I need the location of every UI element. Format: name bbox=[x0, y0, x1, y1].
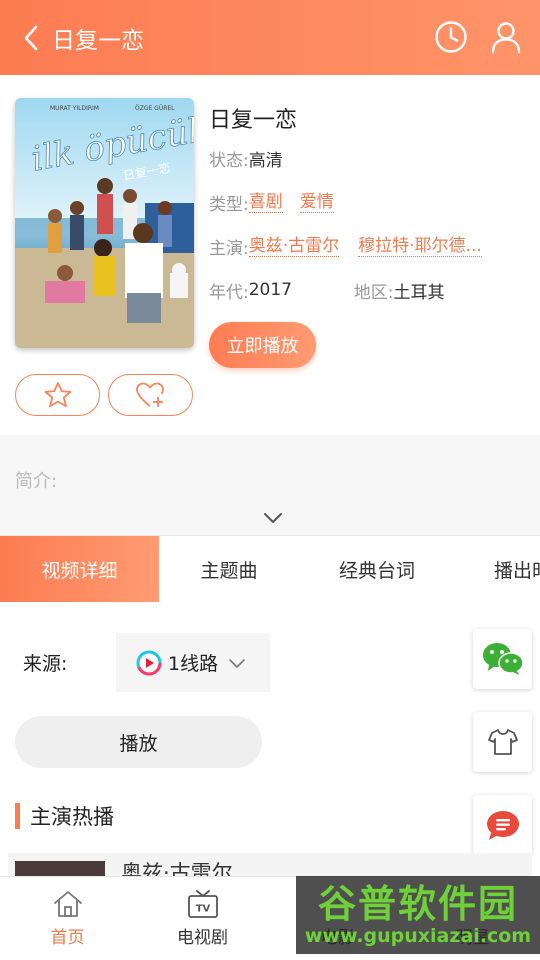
svg-text:ÖZGE GÜREL: ÖZGE GÜREL bbox=[135, 105, 175, 112]
back-button[interactable] bbox=[14, 20, 50, 56]
nav-tv-series[interactable]: TV 电视剧 bbox=[135, 877, 270, 960]
chevron-down-icon bbox=[229, 658, 245, 668]
movie-poster[interactable]: MURAT YILDIRIM ÖZGE GÜREL ilk öpücük 日复一… bbox=[15, 98, 194, 348]
tab-bar: 视频详细 主题曲 经典台词 播出时 bbox=[0, 535, 540, 602]
source-select[interactable]: 1线路 bbox=[116, 633, 270, 692]
source-selected-value: 1线路 bbox=[168, 653, 219, 675]
expand-intro-button[interactable] bbox=[262, 510, 284, 526]
heart-plus-icon bbox=[135, 382, 164, 407]
home-icon bbox=[53, 891, 82, 917]
user-icon bbox=[491, 22, 521, 54]
year-value: 2017 bbox=[248, 280, 292, 300]
status-label: 状态: bbox=[209, 150, 249, 171]
svg-text:MURAT YILDIRIM: MURAT YILDIRIM bbox=[50, 105, 99, 112]
region-label: 地区: bbox=[353, 282, 394, 303]
star-icon bbox=[44, 382, 71, 408]
page-title: 日复一恋 bbox=[52, 27, 144, 54]
play-button[interactable]: 播放 bbox=[15, 716, 262, 768]
nav-label: 电视剧 bbox=[177, 928, 228, 948]
poster-image: MURAT YILDIRIM ÖZGE GÜREL ilk öpücük 日复一… bbox=[15, 98, 194, 348]
cast-row-info: 主演: 奥兹·古雷尔 穆拉特·耶尔德... bbox=[209, 224, 529, 268]
genre-link[interactable]: 爱情 bbox=[299, 192, 334, 213]
wechat-icon bbox=[482, 643, 524, 675]
tab-classic-lines[interactable]: 经典台词 bbox=[299, 536, 455, 602]
year-region-row: 年代: 2017 地区: 土耳其 bbox=[209, 268, 529, 312]
tab-theme-song[interactable]: 主题曲 bbox=[159, 536, 299, 602]
genre-link[interactable]: 喜剧 bbox=[248, 192, 283, 213]
chat-button[interactable] bbox=[473, 795, 532, 855]
skin-theme-button[interactable] bbox=[473, 712, 532, 772]
top-app-bar: 日复一恋 bbox=[0, 0, 540, 75]
user-button[interactable] bbox=[490, 20, 524, 54]
movie-info-section: MURAT YILDIRIM ÖZGE GÜREL ilk öpücük 日复一… bbox=[0, 75, 540, 435]
tshirt-icon bbox=[487, 729, 518, 755]
status-row: 状态: 高清 bbox=[209, 136, 529, 180]
genre-row: 类型: 喜剧 爱情 bbox=[209, 180, 529, 224]
status-value: 高清 bbox=[248, 150, 283, 171]
like-button[interactable] bbox=[108, 374, 193, 416]
tab-video-details[interactable]: 视频详细 bbox=[0, 536, 159, 602]
back-arrow-icon bbox=[24, 25, 38, 50]
nav-home[interactable]: 首页 bbox=[0, 877, 135, 960]
history-button[interactable] bbox=[434, 20, 468, 54]
history-clock-icon bbox=[435, 21, 467, 53]
tv-icon: TV bbox=[187, 890, 218, 918]
section-title-text: 主演热播 bbox=[30, 805, 114, 829]
region-value: 土耳其 bbox=[393, 282, 445, 303]
source-label: 来源: bbox=[23, 653, 68, 675]
wechat-share-button[interactable] bbox=[473, 629, 532, 689]
cast-link[interactable]: 穆拉特·耶尔德... bbox=[358, 236, 482, 257]
cast-link[interactable]: 奥兹·古雷尔 bbox=[248, 236, 340, 257]
watermark-text: 谷普软件园 bbox=[317, 882, 518, 926]
play-source-icon bbox=[136, 650, 162, 675]
favorite-button[interactable] bbox=[15, 374, 100, 416]
play-now-button[interactable]: 立即播放 bbox=[209, 322, 316, 368]
watermark-url: www.gupuxiazai.com bbox=[304, 925, 532, 947]
svg-text:TV: TV bbox=[195, 904, 210, 915]
chat-bubble-icon bbox=[486, 811, 519, 840]
tab-broadcast[interactable]: 播出时 bbox=[455, 536, 540, 602]
year-label: 年代: bbox=[209, 282, 249, 303]
lead-actors-section-title: 主演热播 bbox=[15, 802, 114, 830]
movie-title: 日复一恋 bbox=[209, 108, 298, 133]
nav-label: 首页 bbox=[50, 928, 85, 948]
cast-label: 主演: bbox=[209, 238, 249, 259]
section-accent-bar bbox=[15, 803, 20, 829]
chevron-down-icon bbox=[264, 513, 282, 523]
intro-label: 简介: bbox=[15, 471, 58, 492]
watermark-overlay: 谷普软件园 www.gupuxiazai.com bbox=[296, 876, 540, 954]
genre-label: 类型: bbox=[209, 194, 249, 215]
